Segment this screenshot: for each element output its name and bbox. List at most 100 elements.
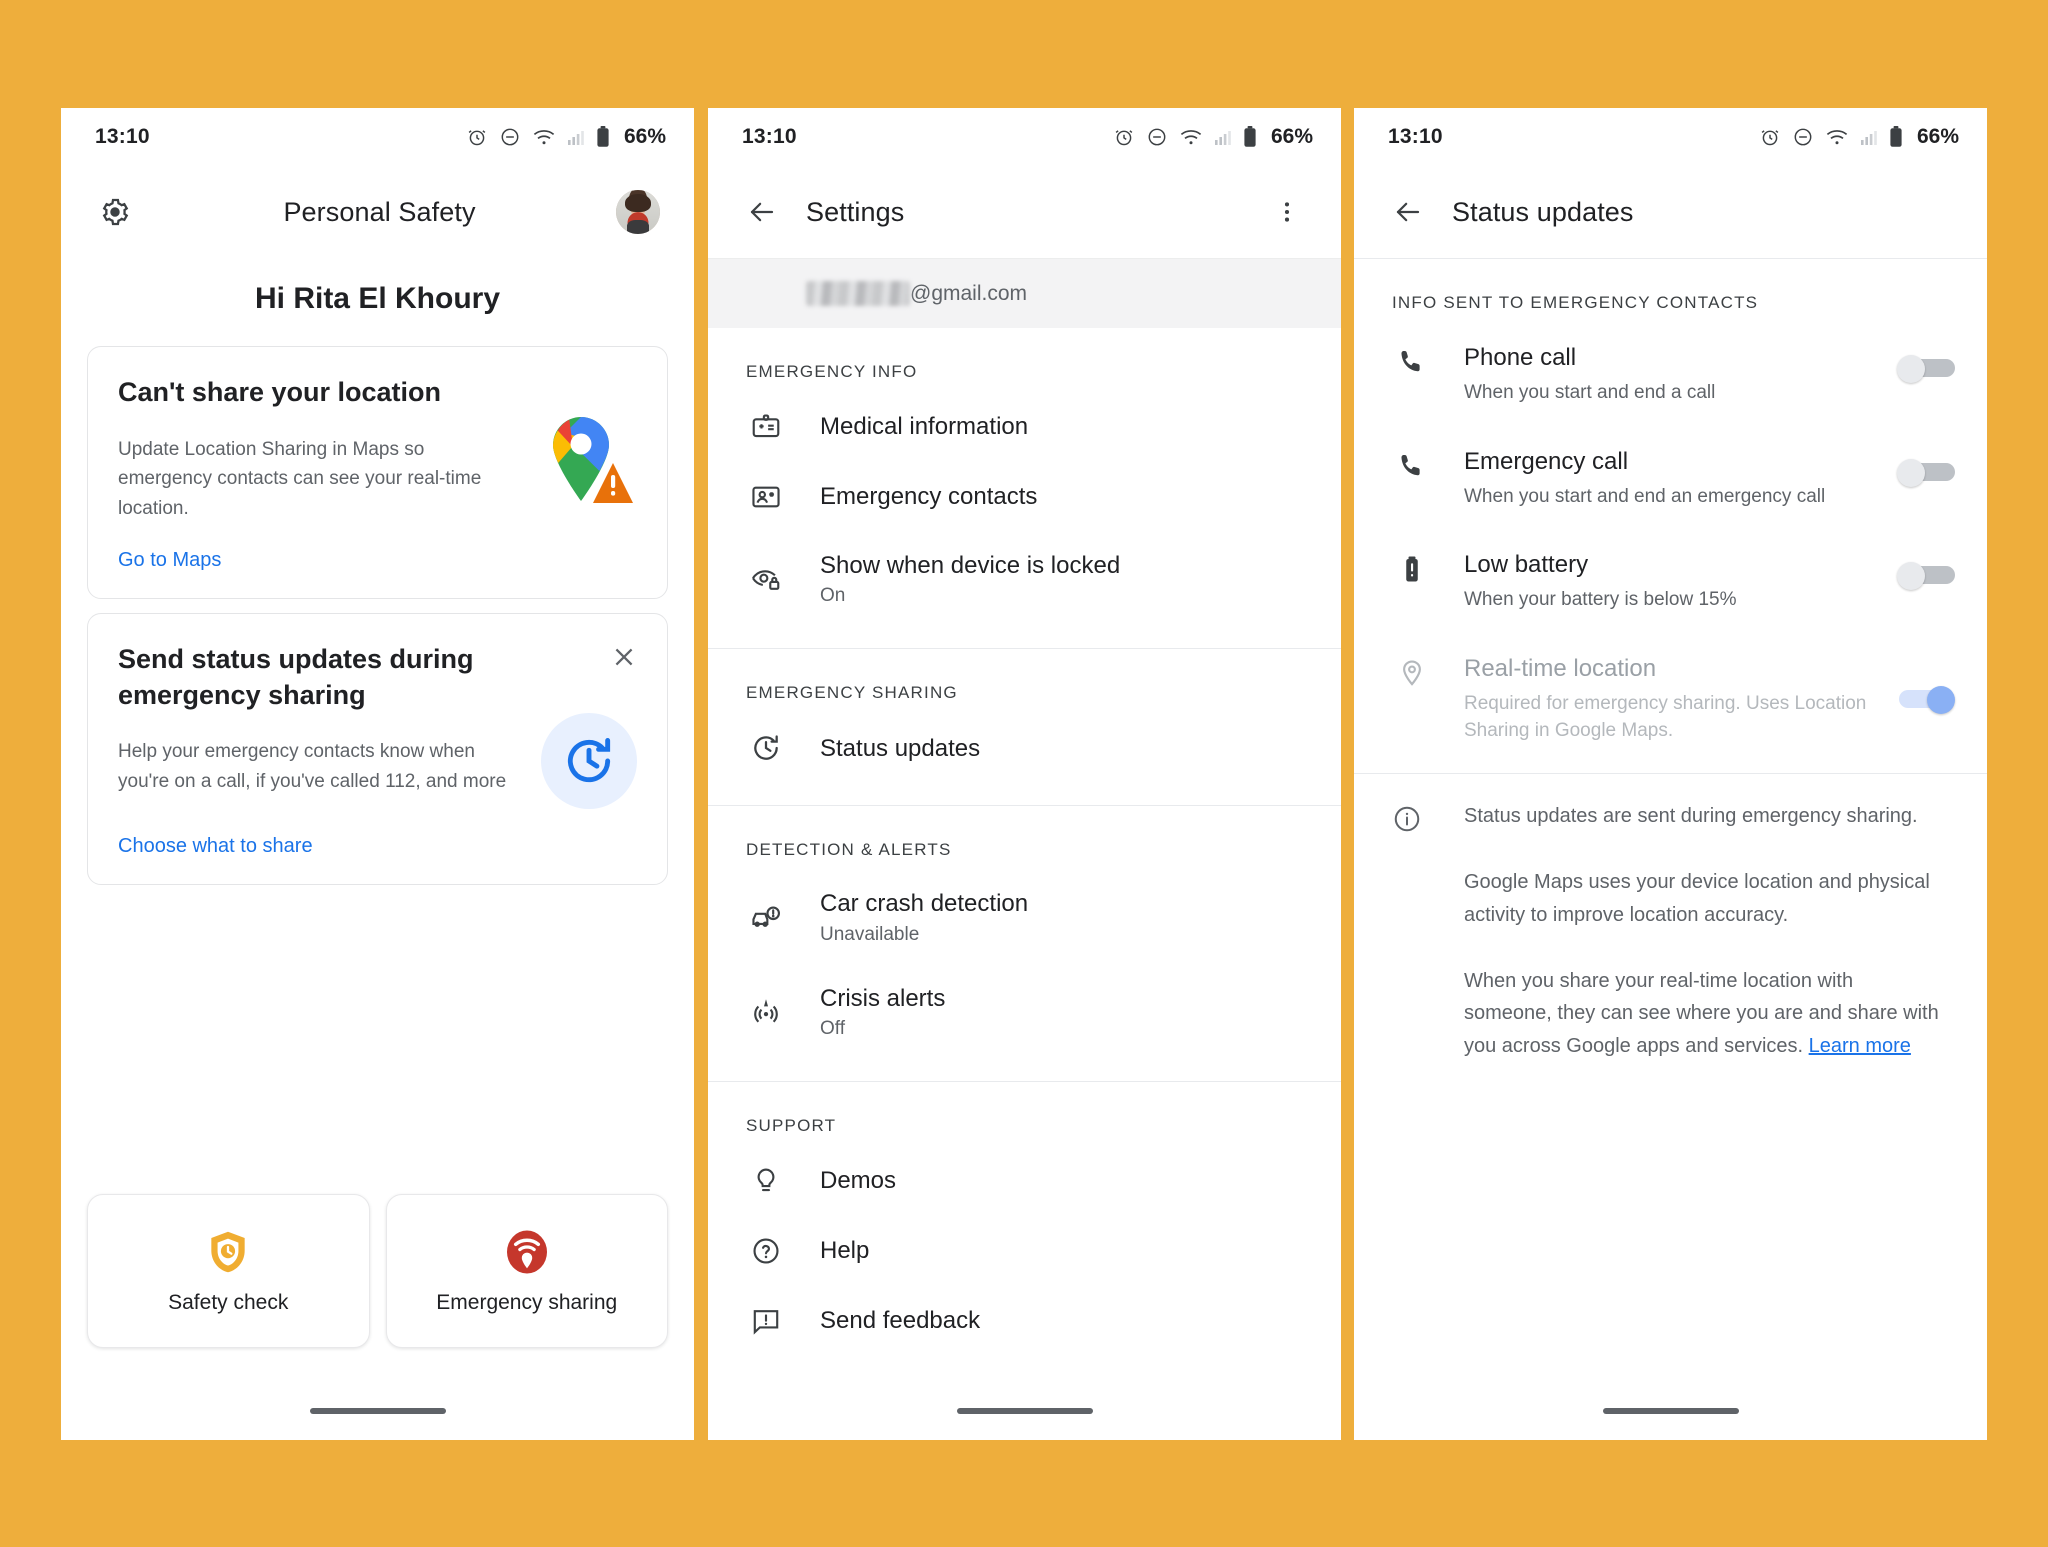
- status-row-low-battery[interactable]: Low battery When your battery is below 1…: [1354, 530, 1987, 634]
- back-arrow-icon[interactable]: [1380, 184, 1436, 240]
- greeting-text: Hi Rita El Khoury: [254, 282, 501, 315]
- settings-item-label: Medical information: [820, 413, 1029, 441]
- settings-item-status: Unavailable: [820, 923, 920, 945]
- app-bar-status-updates: Status updates: [1354, 166, 1987, 258]
- status-row-real-time-location: Real-time location Required for emergenc…: [1354, 634, 1987, 765]
- shield-clock-icon: [203, 1227, 253, 1277]
- card-body: Update Location Sharing in Maps so emerg…: [118, 438, 482, 519]
- toggle-low-battery[interactable]: [1897, 562, 1957, 591]
- section-header-info-sent-to-emergency-contacts: INFO SENT TO EMERGENCY CONTACTS: [1392, 293, 1759, 312]
- toggle-emergency-call[interactable]: [1897, 458, 1957, 487]
- settings-item-show-when-device-is-locked[interactable]: Show when device is locked On: [708, 532, 1341, 626]
- card-cant-share-location: Can't share your location Update Locatio…: [87, 346, 668, 599]
- settings-item-crisis-alerts[interactable]: Crisis alerts Off: [708, 965, 1341, 1059]
- alarm-icon: [466, 126, 488, 148]
- crisis-alert-icon: [746, 996, 786, 1028]
- status-bar: 13:10 66%: [708, 108, 1341, 166]
- page-title: Status updates: [1452, 196, 1634, 227]
- choose-what-to-share-link[interactable]: Choose what to share: [118, 835, 313, 858]
- phone-call-icon: [1392, 451, 1432, 481]
- medical-id-card-icon: [746, 411, 786, 443]
- safety-check-tile[interactable]: Safety check: [87, 1194, 370, 1348]
- alarm-icon: [1113, 126, 1135, 148]
- help-circle-icon: [746, 1235, 786, 1267]
- settings-item-send-feedback[interactable]: Send feedback: [708, 1286, 1341, 1356]
- signal-icon: [567, 128, 585, 146]
- status-bar-icons: 66%: [1113, 125, 1313, 149]
- section-header-emergency-sharing: EMERGENCY SHARING: [746, 683, 958, 703]
- status-row-description: When you start and end an emergency call: [1464, 485, 1826, 507]
- go-to-maps-link[interactable]: Go to Maps: [118, 549, 221, 572]
- toggle-phone-call[interactable]: [1897, 355, 1957, 383]
- tile-label: Emergency sharing: [436, 1291, 618, 1314]
- lightbulb-icon: [746, 1165, 786, 1197]
- emergency-contact-icon: [746, 481, 786, 513]
- battery-icon: [596, 126, 610, 148]
- app-bar-settings: Settings: [708, 166, 1341, 258]
- home-indicator[interactable]: [309, 1408, 446, 1414]
- back-arrow-icon[interactable]: [734, 184, 790, 240]
- alarm-icon: [1759, 126, 1781, 148]
- status-row-description: When your battery is below 15%: [1464, 589, 1737, 611]
- settings-item-emergency-contacts[interactable]: Emergency contacts: [708, 462, 1341, 532]
- eye-lock-icon: [746, 563, 786, 595]
- emergency-broadcast-pin-icon: [502, 1227, 552, 1277]
- status-bar-time: 13:10: [95, 125, 150, 148]
- battery-percent: 66%: [1270, 125, 1313, 148]
- section-header-emergency-info: EMERGENCY INFO: [746, 362, 918, 381]
- settings-item-medical-information[interactable]: Medical information: [708, 392, 1341, 462]
- phone-screen-settings: 13:10 66% Settings @gmail.com EMERGENCY …: [708, 108, 1341, 1440]
- quick-action-tiles: Safety check Emergency sharing: [87, 1194, 668, 1348]
- status-row-emergency-call[interactable]: Emergency call When you start and end an…: [1354, 427, 1987, 531]
- status-bar-time: 13:10: [742, 125, 797, 148]
- screenshot-canvas: 13:10 66% Personal Safety Hi Rita El Kho…: [0, 0, 2048, 1547]
- status-row-label: Real-time location: [1464, 654, 1657, 682]
- settings-item-status: Off: [820, 1017, 845, 1039]
- page-title: Settings: [806, 196, 905, 227]
- settings-item-help[interactable]: Help: [708, 1216, 1341, 1286]
- car-crash-icon: [746, 901, 786, 933]
- settings-item-label: Show when device is locked: [820, 552, 1121, 579]
- phone-call-icon: [1392, 347, 1432, 377]
- battery-percent: 66%: [1916, 125, 1959, 148]
- battery-low-icon: [1392, 554, 1432, 584]
- settings-item-status: On: [820, 585, 846, 607]
- status-row-label: Phone call: [1464, 344, 1577, 371]
- status-bar-icons: 66%: [1759, 125, 1959, 149]
- status-bar: 13:10 66%: [1354, 108, 1987, 166]
- card-body: Help your emergency contacts know when y…: [118, 741, 507, 792]
- google-maps-pin-warning-icon: [541, 411, 637, 511]
- learn-more-link[interactable]: Learn more: [1809, 1035, 1911, 1057]
- signal-icon: [1214, 128, 1232, 146]
- settings-item-label: Send feedback: [820, 1307, 981, 1335]
- more-vert-icon[interactable]: [1259, 184, 1315, 240]
- tile-label: Safety check: [168, 1291, 289, 1314]
- home-indicator[interactable]: [1602, 1408, 1739, 1414]
- settings-item-status-updates[interactable]: Status updates: [708, 713, 1341, 783]
- card-title: Send status updates during emergency sha…: [118, 643, 474, 710]
- do-not-disturb-icon: [499, 126, 521, 148]
- email-domain: @gmail.com: [910, 281, 1028, 305]
- battery-icon: [1889, 126, 1903, 148]
- page-title: Personal Safety: [283, 196, 476, 227]
- settings-item-label: Crisis alerts: [820, 984, 946, 1012]
- home-indicator[interactable]: [956, 1408, 1093, 1414]
- info-block: Status updates are sent during emergency…: [1354, 774, 1987, 1062]
- history-clock-icon: [746, 732, 786, 764]
- toggle-real-time-location: [1897, 685, 1957, 714]
- emergency-sharing-tile[interactable]: Emergency sharing: [385, 1194, 668, 1348]
- wifi-icon: [532, 127, 556, 147]
- status-row-phone-call[interactable]: Phone call When you start and end a call: [1354, 323, 1987, 427]
- info-paragraph-2: Google Maps uses your device location an…: [1464, 871, 1930, 926]
- status-bar: 13:10 66%: [61, 108, 694, 166]
- avatar[interactable]: [616, 190, 660, 234]
- info-paragraph-1: Status updates are sent during emergency…: [1464, 804, 1918, 827]
- history-clock-icon: [541, 713, 637, 810]
- account-row[interactable]: @gmail.com: [708, 258, 1341, 328]
- gear-icon[interactable]: [87, 184, 143, 240]
- settings-item-car-crash-detection[interactable]: Car crash detection Unavailable: [708, 870, 1341, 964]
- app-bar-personal-safety: Personal Safety: [61, 166, 694, 258]
- section-header-detection-alerts: DETECTION & ALERTS: [746, 840, 952, 860]
- close-icon[interactable]: [607, 640, 641, 674]
- settings-item-demos[interactable]: Demos: [708, 1146, 1341, 1216]
